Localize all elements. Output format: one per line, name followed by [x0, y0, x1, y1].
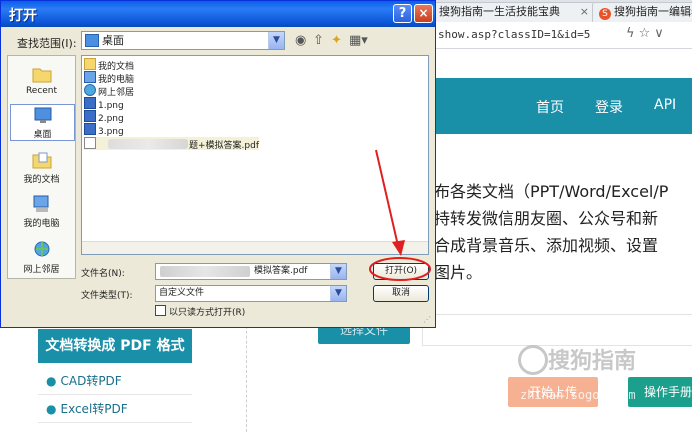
nav-login[interactable]: 登录	[595, 97, 623, 117]
content-line: 布各类文档（PPT/Word/Excel/P	[434, 182, 669, 201]
list-item[interactable]: 1.png	[84, 97, 124, 111]
computer-icon	[84, 71, 96, 83]
desktop-icon	[34, 107, 51, 123]
file-list[interactable]: 我的文档 我的电脑 网上邻居 1.png 2.png 3.png 题+模拟答案.…	[81, 55, 429, 255]
image-file-icon	[84, 97, 96, 109]
file-drop-area[interactable]	[422, 314, 692, 346]
dialog-titlebar[interactable]: 打开 ? ×	[1, 1, 435, 27]
places-bar: Recent 桌面 我的文档 我的电脑 网上邻居	[7, 55, 76, 279]
bullet-icon: ●	[46, 374, 57, 388]
filename-value: 模拟答案.pdf	[254, 266, 308, 276]
documents-folder-icon	[84, 58, 96, 70]
list-item[interactable]: 我的电脑	[84, 71, 134, 85]
address-url[interactable]: show.asp?classID=1&id=5	[438, 28, 590, 41]
desktop-icon	[85, 34, 99, 47]
readonly-label: 以只读方式打开(R)	[169, 308, 246, 318]
horizontal-scrollbar[interactable]	[82, 241, 428, 254]
list-item[interactable]: 2.png	[84, 110, 124, 124]
list-item[interactable]: 3.png	[84, 123, 124, 137]
tab-sogou-guide[interactable]: 搜狗指南一生活技能宝典 ×	[432, 2, 596, 22]
open-button[interactable]: 打开(O)	[373, 263, 429, 280]
resize-grip-icon[interactable]: ⋰	[423, 315, 432, 324]
redacted-filename	[160, 266, 250, 277]
list-item-selected[interactable]: 题+模拟答案.pdf	[84, 137, 259, 151]
content-line: 合成背景音乐、添加视频、设置	[434, 236, 659, 255]
star-icon[interactable]: ☆	[639, 26, 655, 41]
image-file-icon	[84, 123, 96, 135]
image-file-icon	[84, 110, 96, 122]
content-line: 图片。	[434, 263, 483, 282]
chevron-down-icon[interactable]: ∨	[654, 26, 668, 41]
folder-icon	[32, 68, 51, 83]
filetype-value: 自定义文件	[159, 288, 205, 298]
sidebar-item-cad-to-pdf[interactable]: ● CAD转PDF	[38, 368, 192, 395]
sogou-favicon-icon: S	[599, 8, 611, 20]
filetype-label: 文件类型(T):	[81, 291, 133, 301]
tab-label: 搜狗指南一编辑器	[614, 5, 692, 18]
chevron-down-icon[interactable]: ▼	[330, 264, 346, 279]
chevron-down-icon[interactable]: ▼	[330, 286, 346, 301]
place-recent[interactable]: Recent	[10, 64, 73, 96]
sidebar-item-excel-to-pdf[interactable]: ● Excel转PDF	[38, 396, 192, 423]
watermark: 搜狗指南	[548, 349, 637, 374]
new-folder-icon[interactable]: ✦	[331, 33, 342, 48]
address-actions: ϟ☆∨	[626, 26, 668, 41]
filetype-select[interactable]: 自定义文件 ▼	[155, 285, 347, 302]
redacted-filename	[108, 139, 188, 149]
readonly-checkbox[interactable]	[155, 305, 166, 316]
view-menu-icon[interactable]: ▦▾	[349, 33, 368, 48]
chevron-down-icon[interactable]: ▼	[268, 32, 284, 49]
look-in-select[interactable]: 桌面 ▼	[81, 31, 285, 50]
network-icon	[84, 84, 96, 96]
content-line: 持转发微信朋友圈、公众号和新	[434, 209, 659, 228]
manual-button[interactable]: 操作手册	[628, 377, 692, 407]
computer-icon	[33, 195, 48, 212]
dialog-title: 打开	[9, 8, 37, 24]
pdf-file-icon	[84, 137, 96, 149]
documents-folder-icon	[32, 152, 51, 169]
filename-label: 文件名(N):	[81, 269, 125, 279]
lightning-icon[interactable]: ϟ	[626, 26, 639, 41]
list-item[interactable]: 网上邻居	[84, 84, 134, 98]
sidebar-item-label: Excel转PDF	[60, 402, 128, 416]
divider	[246, 316, 247, 432]
bullet-icon: ●	[46, 402, 57, 416]
up-folder-icon[interactable]: ⇧	[313, 33, 324, 48]
readonly-option[interactable]: 以只读方式打开(R)	[155, 305, 245, 318]
list-item[interactable]: 我的文档	[84, 58, 134, 72]
sidebar-item-label: CAD转PDF	[60, 374, 122, 388]
look-in-label: 查找范围(I):	[17, 37, 77, 50]
place-network[interactable]: 网上邻居	[10, 240, 73, 275]
place-my-computer[interactable]: 我的电脑	[10, 194, 73, 229]
sidebar-title: 文档转换成 PDF 格式	[38, 329, 192, 363]
network-icon	[34, 241, 49, 257]
nav-api[interactable]: API	[654, 97, 676, 113]
nav-home[interactable]: 首页	[536, 97, 564, 117]
tab-label: 搜狗指南一生活技能宝典	[439, 5, 560, 18]
close-button[interactable]: ×	[414, 4, 433, 23]
tab-sogou-editor[interactable]: S搜狗指南一编辑器	[592, 2, 692, 22]
place-desktop[interactable]: 桌面	[10, 104, 75, 141]
filename-input[interactable]: 模拟答案.pdf ▼	[155, 263, 347, 280]
watermark-url: zhinan.sogou.com	[520, 388, 636, 402]
back-icon[interactable]: ◉	[295, 33, 306, 48]
help-button[interactable]: ?	[393, 4, 412, 23]
cancel-button[interactable]: 取消	[373, 285, 429, 302]
tab-close-icon[interactable]: ×	[580, 3, 589, 21]
place-my-documents[interactable]: 我的文档	[10, 150, 73, 185]
look-in-value: 桌面	[102, 34, 124, 47]
open-file-dialog: 打开 ? × 查找范围(I): 桌面 ▼ ◉ ⇧ ✦ ▦▾ Recent 桌面 …	[0, 0, 436, 328]
